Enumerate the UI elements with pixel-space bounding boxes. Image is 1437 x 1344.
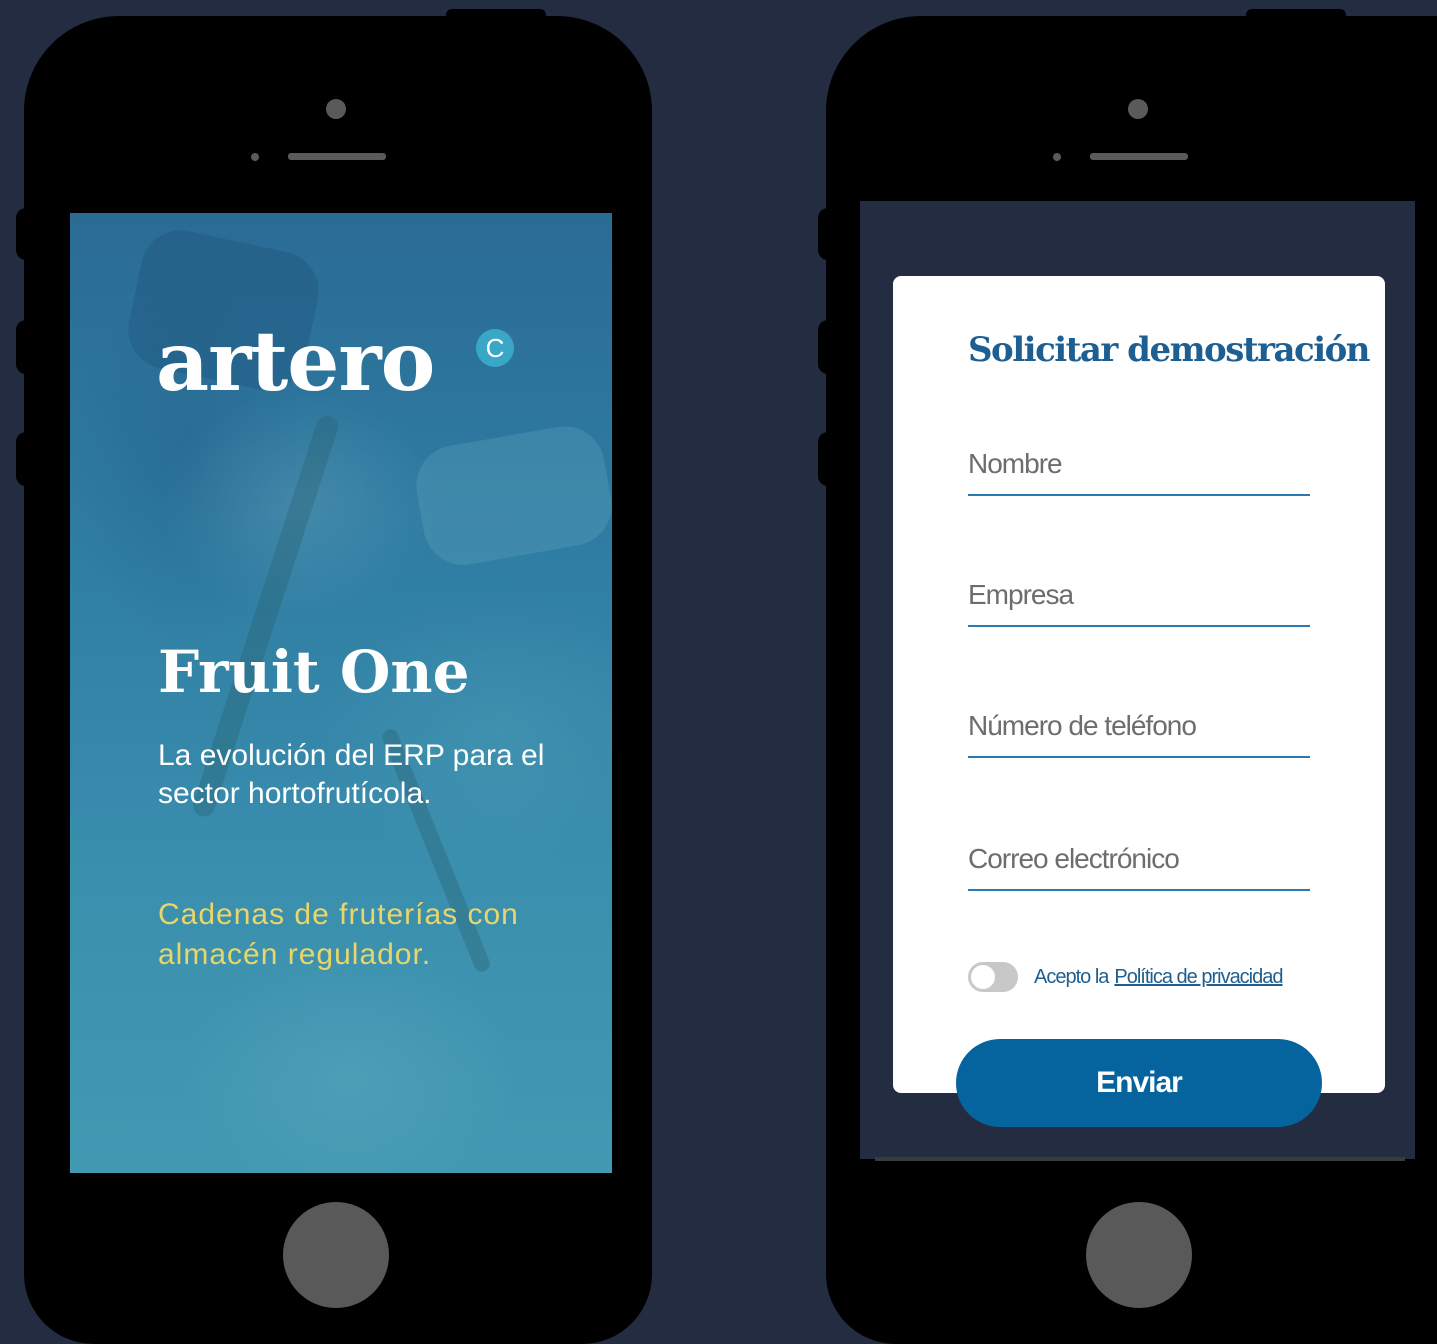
name-input[interactable]	[968, 448, 1310, 494]
form-title: Solicitar demostración	[968, 330, 1371, 370]
artero-logo: artero	[156, 314, 435, 410]
background-leaf	[410, 420, 612, 572]
logo-badge-icon: C	[476, 329, 514, 367]
phone-left-side-button-1	[16, 208, 36, 260]
product-highlight: Cadenas de fruterías con almacén regulad…	[158, 898, 519, 971]
submit-button[interactable]: Enviar	[956, 1039, 1322, 1127]
phone-number-input[interactable]	[968, 710, 1310, 756]
phone-left-home-button[interactable]	[283, 1202, 389, 1308]
toggle-knob	[971, 965, 995, 989]
product-title: Fruit One	[158, 638, 470, 706]
phone-right-top-button	[1246, 9, 1346, 21]
phone-left-sensor	[251, 153, 259, 161]
phone-right-camera	[1128, 99, 1148, 119]
phone-right-speaker	[1090, 153, 1188, 160]
privacy-toggle[interactable]	[968, 962, 1018, 992]
phone-left-camera	[326, 99, 346, 119]
phone-right-sensor	[1053, 153, 1061, 161]
consent-label: Acepto la	[1034, 965, 1109, 988]
phone-left-top-button	[446, 9, 546, 21]
email-input[interactable]	[968, 843, 1310, 889]
phone-left-side-button-3	[16, 432, 36, 486]
phone-right-side-button-3	[818, 432, 838, 486]
privacy-consent: Acepto la Política de privacidad	[968, 962, 1284, 992]
screen-bottom-edge	[875, 1157, 1405, 1161]
email-field	[968, 843, 1310, 891]
phone-right-side-button-2	[818, 320, 838, 374]
company-field	[968, 579, 1310, 627]
phone-left-side-button-2	[16, 320, 36, 374]
phone-left-speaker	[288, 153, 386, 160]
company-input[interactable]	[968, 579, 1310, 625]
name-field	[968, 448, 1310, 496]
phone-field	[968, 710, 1310, 758]
privacy-policy-link[interactable]: Política de privacidad	[1114, 966, 1283, 989]
product-subtitle: La evolución del ERP para el sector hort…	[158, 739, 545, 810]
phone-right-side-button-1	[818, 208, 838, 260]
phone-right-home-button[interactable]	[1086, 1202, 1192, 1308]
